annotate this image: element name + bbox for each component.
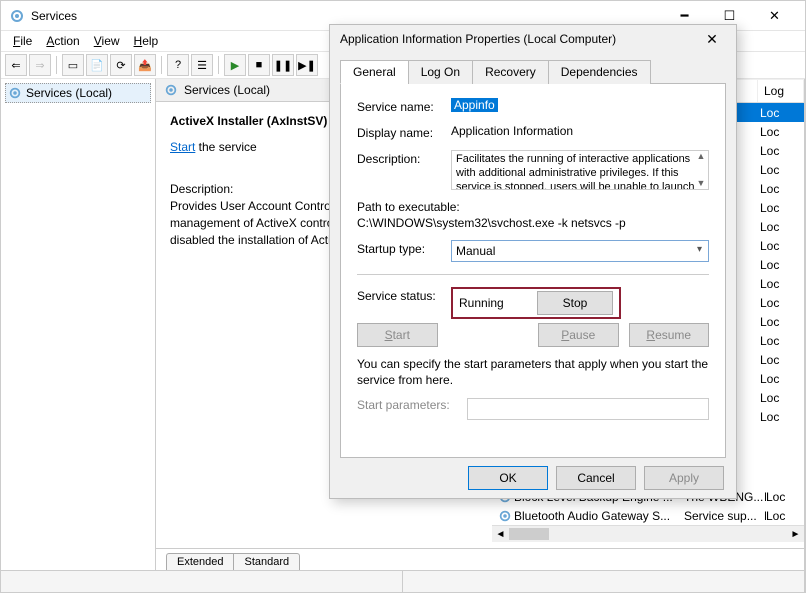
scroll-down-icon[interactable]: ▼ — [697, 178, 706, 189]
properties-icon[interactable]: ☰ — [191, 54, 213, 76]
menu-action[interactable]: Action — [40, 32, 85, 50]
display-name-label: Display name: — [357, 124, 451, 140]
cancel-button[interactable]: Cancel — [556, 466, 636, 490]
startup-type-value: Manual — [456, 244, 495, 258]
restart-icon[interactable]: ▶❚ — [296, 54, 318, 76]
hscrollbar[interactable]: ◄ ► — [492, 525, 804, 542]
service-status-value: Running — [459, 296, 529, 310]
tree-pane: Services (Local) — [1, 79, 156, 570]
detail-header-label: Services (Local) — [184, 83, 270, 97]
gear-icon — [8, 86, 22, 100]
dialog-titlebar: Application Information Properties (Loca… — [330, 25, 736, 53]
tab-recovery[interactable]: Recovery — [472, 60, 549, 84]
path-label: Path to executable: — [357, 200, 709, 214]
stop-icon[interactable]: ■ — [248, 54, 270, 76]
tab-standard[interactable]: Standard — [233, 553, 300, 570]
view-tabs: Extended Standard — [156, 548, 804, 570]
start-params-hint: You can specify the start parameters tha… — [357, 357, 709, 388]
tab-extended[interactable]: Extended — [166, 553, 233, 570]
properties-window-icon[interactable]: ▭ — [62, 54, 84, 76]
window-title: Services — [31, 9, 662, 23]
dialog-footer: OK Cancel Apply — [330, 458, 736, 498]
tree-item-services-local[interactable]: Services (Local) — [5, 83, 151, 103]
service-name-label: Service name: — [357, 98, 451, 114]
help-icon[interactable]: ? — [167, 54, 189, 76]
scroll-right-icon[interactable]: ► — [787, 526, 804, 542]
start-suffix: the service — [195, 140, 256, 154]
menu-help[interactable]: Help — [128, 32, 165, 50]
resume-button: Resume — [629, 323, 710, 347]
export-list-icon[interactable]: 📄 — [86, 54, 108, 76]
ok-button[interactable]: OK — [468, 466, 548, 490]
close-button[interactable]: ✕ — [752, 1, 797, 31]
tree-item-label: Services (Local) — [26, 86, 112, 100]
description-value: Facilitates the running of interactive a… — [456, 153, 694, 190]
play-icon[interactable]: ▶ — [224, 54, 246, 76]
start-params-label: Start parameters: — [357, 398, 467, 412]
path-value: C:\WINDOWS\system32\svchost.exe -k netsv… — [357, 216, 709, 230]
col-log[interactable]: Log — [758, 80, 804, 102]
tab-general[interactable]: General — [340, 60, 409, 84]
description-label: Description: — [357, 150, 451, 166]
startup-type-label: Startup type: — [357, 240, 451, 256]
back-button[interactable]: ⇐ — [5, 54, 27, 76]
status-highlight: Running Stop — [451, 287, 621, 319]
tab-logon[interactable]: Log On — [408, 60, 473, 84]
tab-dependencies[interactable]: Dependencies — [548, 60, 651, 84]
stop-button[interactable]: Stop — [537, 291, 613, 315]
dialog-close-icon[interactable]: ✕ — [698, 31, 726, 48]
apply-button: Apply — [644, 466, 724, 490]
general-panel: Service name: Appinfo Display name: Appl… — [340, 84, 726, 458]
service-name-value[interactable]: Appinfo — [451, 98, 498, 112]
start-button: Start — [357, 323, 438, 347]
pause-icon[interactable]: ❚❚ — [272, 54, 294, 76]
services-app-icon — [9, 8, 25, 24]
description-box[interactable]: Facilitates the running of interactive a… — [451, 150, 709, 190]
start-link[interactable]: Start — [170, 140, 195, 154]
scroll-up-icon[interactable]: ▲ — [697, 151, 706, 162]
forward-button[interactable]: ⇒ — [29, 54, 51, 76]
startup-type-combo[interactable]: Manual — [451, 240, 709, 262]
refresh-icon[interactable]: ⟳ — [110, 54, 132, 76]
list-row[interactable]: Bluetooth Audio Gateway S...Service sup.… — [492, 506, 804, 525]
export-icon[interactable]: 📤 — [134, 54, 156, 76]
status-bar — [1, 570, 805, 592]
start-params-input — [467, 398, 709, 420]
display-name-value: Application Information — [451, 124, 709, 138]
service-status-label: Service status: — [357, 287, 451, 303]
gear-icon — [164, 83, 178, 97]
menu-file[interactable]: File — [7, 32, 38, 50]
dialog-tabs: General Log On Recovery Dependencies — [340, 59, 726, 84]
scroll-thumb[interactable] — [509, 528, 549, 540]
properties-dialog: Application Information Properties (Loca… — [329, 24, 737, 499]
scroll-left-icon[interactable]: ◄ — [492, 526, 509, 542]
dialog-title: Application Information Properties (Loca… — [340, 32, 698, 46]
menu-view[interactable]: View — [88, 32, 126, 50]
pause-button: Pause — [538, 323, 619, 347]
